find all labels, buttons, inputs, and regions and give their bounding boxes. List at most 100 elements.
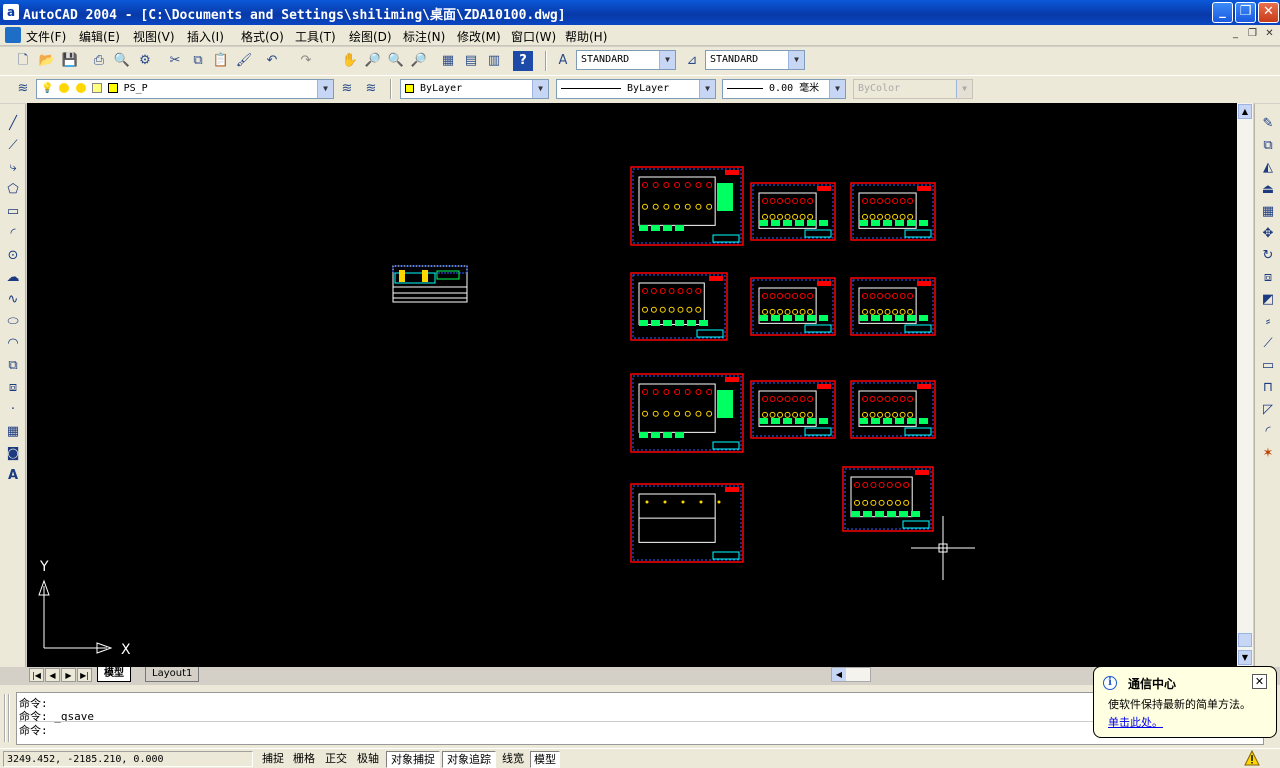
text-style-select[interactable]: STANDARD ▼ bbox=[576, 50, 676, 70]
rotate-icon[interactable]: ↻ bbox=[1258, 246, 1278, 266]
tool-palettes-icon[interactable]: ▥ bbox=[484, 51, 504, 71]
zoom-window-icon[interactable]: 🔍 bbox=[386, 51, 406, 71]
menu-window[interactable]: 窗口(W) bbox=[511, 28, 556, 45]
save-icon[interactable]: 💾 bbox=[60, 51, 80, 71]
circle-icon[interactable]: ⊙ bbox=[3, 246, 23, 266]
tab-model[interactable]: 模型 bbox=[97, 667, 131, 682]
lineweight-toggle[interactable]: 线宽 bbox=[498, 751, 528, 768]
match-properties-icon[interactable]: 🖌 bbox=[234, 51, 254, 71]
menu-draw[interactable]: 绘图(D) bbox=[349, 28, 392, 45]
scroll-thumb[interactable] bbox=[1238, 633, 1252, 647]
break-at-point-icon[interactable]: ▭ bbox=[1258, 356, 1278, 376]
layer-previous-icon[interactable]: ≋ bbox=[361, 79, 381, 99]
mdi-close-button[interactable]: ✕ bbox=[1262, 27, 1277, 41]
zoom-previous-icon[interactable]: 🔎 bbox=[409, 51, 429, 71]
move-icon[interactable]: ✥ bbox=[1258, 224, 1278, 244]
trim-icon[interactable]: ⸗ bbox=[1258, 312, 1278, 332]
dim-style-select[interactable]: STANDARD ▼ bbox=[705, 50, 805, 70]
mdi-minimize-button[interactable]: _ bbox=[1228, 27, 1243, 41]
model-paper-toggle[interactable]: 模型 bbox=[530, 751, 560, 768]
last-tab-icon[interactable]: ▶| bbox=[77, 668, 92, 682]
coordinate-readout[interactable]: 3249.452, -2185.210, 0.000 bbox=[3, 751, 253, 767]
scroll-up-icon[interactable]: ▲ bbox=[1238, 104, 1252, 119]
arc-icon[interactable]: ◜ bbox=[3, 224, 23, 244]
copy-object-icon[interactable]: ⧉ bbox=[1258, 136, 1278, 156]
undo-icon[interactable]: ↶ bbox=[262, 51, 282, 71]
make-block-icon[interactable]: ⧈ bbox=[3, 378, 23, 398]
ortho-toggle[interactable]: 正交 bbox=[321, 751, 351, 768]
chevron-down-icon[interactable]: ▼ bbox=[788, 51, 804, 69]
make-current-layer-icon[interactable]: ≋ bbox=[337, 79, 357, 99]
offset-icon[interactable]: ⏏ bbox=[1258, 180, 1278, 200]
explode-icon[interactable]: ✶ bbox=[1258, 444, 1278, 464]
balloon-link[interactable]: 单击此处。 bbox=[1108, 714, 1163, 730]
close-button[interactable]: ✕ bbox=[1258, 2, 1279, 23]
print-icon[interactable]: ⎙ bbox=[89, 51, 109, 71]
chevron-down-icon[interactable]: ▼ bbox=[829, 80, 845, 98]
warning-tray-icon[interactable] bbox=[1244, 750, 1260, 766]
command-prompt[interactable]: 命令: bbox=[19, 721, 1219, 738]
multiline-text-icon[interactable]: A bbox=[3, 466, 23, 486]
mdi-restore-button[interactable]: ❐ bbox=[1245, 27, 1260, 41]
array-icon[interactable]: ▦ bbox=[1258, 202, 1278, 222]
extend-icon[interactable]: ⟋ bbox=[1258, 334, 1278, 354]
document-icon[interactable] bbox=[5, 27, 21, 43]
horizontal-scrollbar[interactable]: ◀ bbox=[831, 667, 871, 682]
autocad-app-icon[interactable]: a bbox=[3, 4, 19, 20]
menu-format[interactable]: 格式(O) bbox=[241, 28, 284, 45]
paste-icon[interactable]: 📋 bbox=[211, 51, 231, 71]
stretch-icon[interactable]: ◩ bbox=[1258, 290, 1278, 310]
menu-insert[interactable]: 插入(I) bbox=[187, 28, 224, 45]
prev-tab-icon[interactable]: ◀ bbox=[45, 668, 60, 682]
pan-realtime-icon[interactable]: ✋ bbox=[340, 51, 360, 71]
chevron-down-icon[interactable]: ▼ bbox=[532, 80, 548, 98]
menu-view[interactable]: 视图(V) bbox=[133, 28, 175, 45]
design-center-icon[interactable]: ▤ bbox=[461, 51, 481, 71]
dim-style-icon[interactable]: ⊿ bbox=[682, 51, 702, 71]
next-tab-icon[interactable]: ▶ bbox=[61, 668, 76, 682]
properties-icon[interactable]: ▦ bbox=[438, 51, 458, 71]
region-icon[interactable]: ◙ bbox=[3, 444, 23, 464]
lineweight-select[interactable]: 0.00 毫米 ▼ bbox=[722, 79, 846, 99]
construction-line-icon[interactable]: ⟋ bbox=[3, 136, 23, 156]
ellipse-arc-icon[interactable]: ◠ bbox=[3, 334, 23, 354]
new-file-icon[interactable]: 🗋 bbox=[13, 51, 33, 71]
copy-icon[interactable]: ⧉ bbox=[188, 51, 208, 71]
command-history[interactable]: 命令: 命令: _qsave 命令: bbox=[16, 692, 1264, 745]
revision-cloud-icon[interactable]: ☁ bbox=[3, 268, 23, 288]
chamfer-icon[interactable]: ◸ bbox=[1258, 400, 1278, 420]
osnap-toggle[interactable]: 对象捕捉 bbox=[386, 751, 440, 768]
scroll-left-icon[interactable]: ◀ bbox=[832, 668, 846, 681]
menu-edit[interactable]: 编辑(E) bbox=[79, 28, 120, 45]
break-icon[interactable]: ⊓ bbox=[1258, 378, 1278, 398]
otrack-toggle[interactable]: 对象追踪 bbox=[442, 751, 496, 768]
grip-handle[interactable] bbox=[4, 694, 10, 742]
minimize-button[interactable]: _ bbox=[1212, 2, 1233, 23]
grid-toggle[interactable]: 栅格 bbox=[289, 751, 319, 768]
line-icon[interactable]: ╱ bbox=[3, 114, 23, 134]
balloon-close-button[interactable]: ✕ bbox=[1252, 674, 1267, 689]
publish-icon[interactable]: ⚙ bbox=[135, 51, 155, 71]
fillet-icon[interactable]: ◜ bbox=[1258, 422, 1278, 442]
chevron-down-icon[interactable]: ▼ bbox=[659, 51, 675, 69]
restore-button[interactable]: ❐ bbox=[1235, 2, 1256, 23]
erase-icon[interactable]: ✎ bbox=[1258, 114, 1278, 134]
help-icon[interactable]: ? bbox=[513, 51, 533, 71]
drawing-canvas[interactable]: Y X bbox=[27, 103, 1237, 667]
open-file-icon[interactable]: 📂 bbox=[37, 51, 57, 71]
snap-toggle[interactable]: 捕捉 bbox=[259, 751, 287, 768]
layer-select[interactable]: 💡 PS_P ▼ bbox=[36, 79, 334, 99]
redo-icon[interactable]: ↷ bbox=[296, 51, 316, 71]
cut-icon[interactable]: ✂ bbox=[165, 51, 185, 71]
linetype-select[interactable]: ByLayer ▼ bbox=[556, 79, 716, 99]
mirror-icon[interactable]: ◭ bbox=[1258, 158, 1278, 178]
color-select[interactable]: ByLayer ▼ bbox=[400, 79, 549, 99]
hatch-icon[interactable]: ▦ bbox=[3, 422, 23, 442]
zoom-realtime-icon[interactable]: 🔎 bbox=[363, 51, 383, 71]
polygon-icon[interactable]: ⬠ bbox=[3, 180, 23, 200]
print-preview-icon[interactable]: 🔍 bbox=[112, 51, 132, 71]
menu-help[interactable]: 帮助(H) bbox=[565, 28, 607, 45]
polar-toggle[interactable]: 极轴 bbox=[353, 751, 383, 768]
spline-icon[interactable]: ∿ bbox=[3, 290, 23, 310]
scroll-down-icon[interactable]: ▼ bbox=[1238, 650, 1252, 665]
